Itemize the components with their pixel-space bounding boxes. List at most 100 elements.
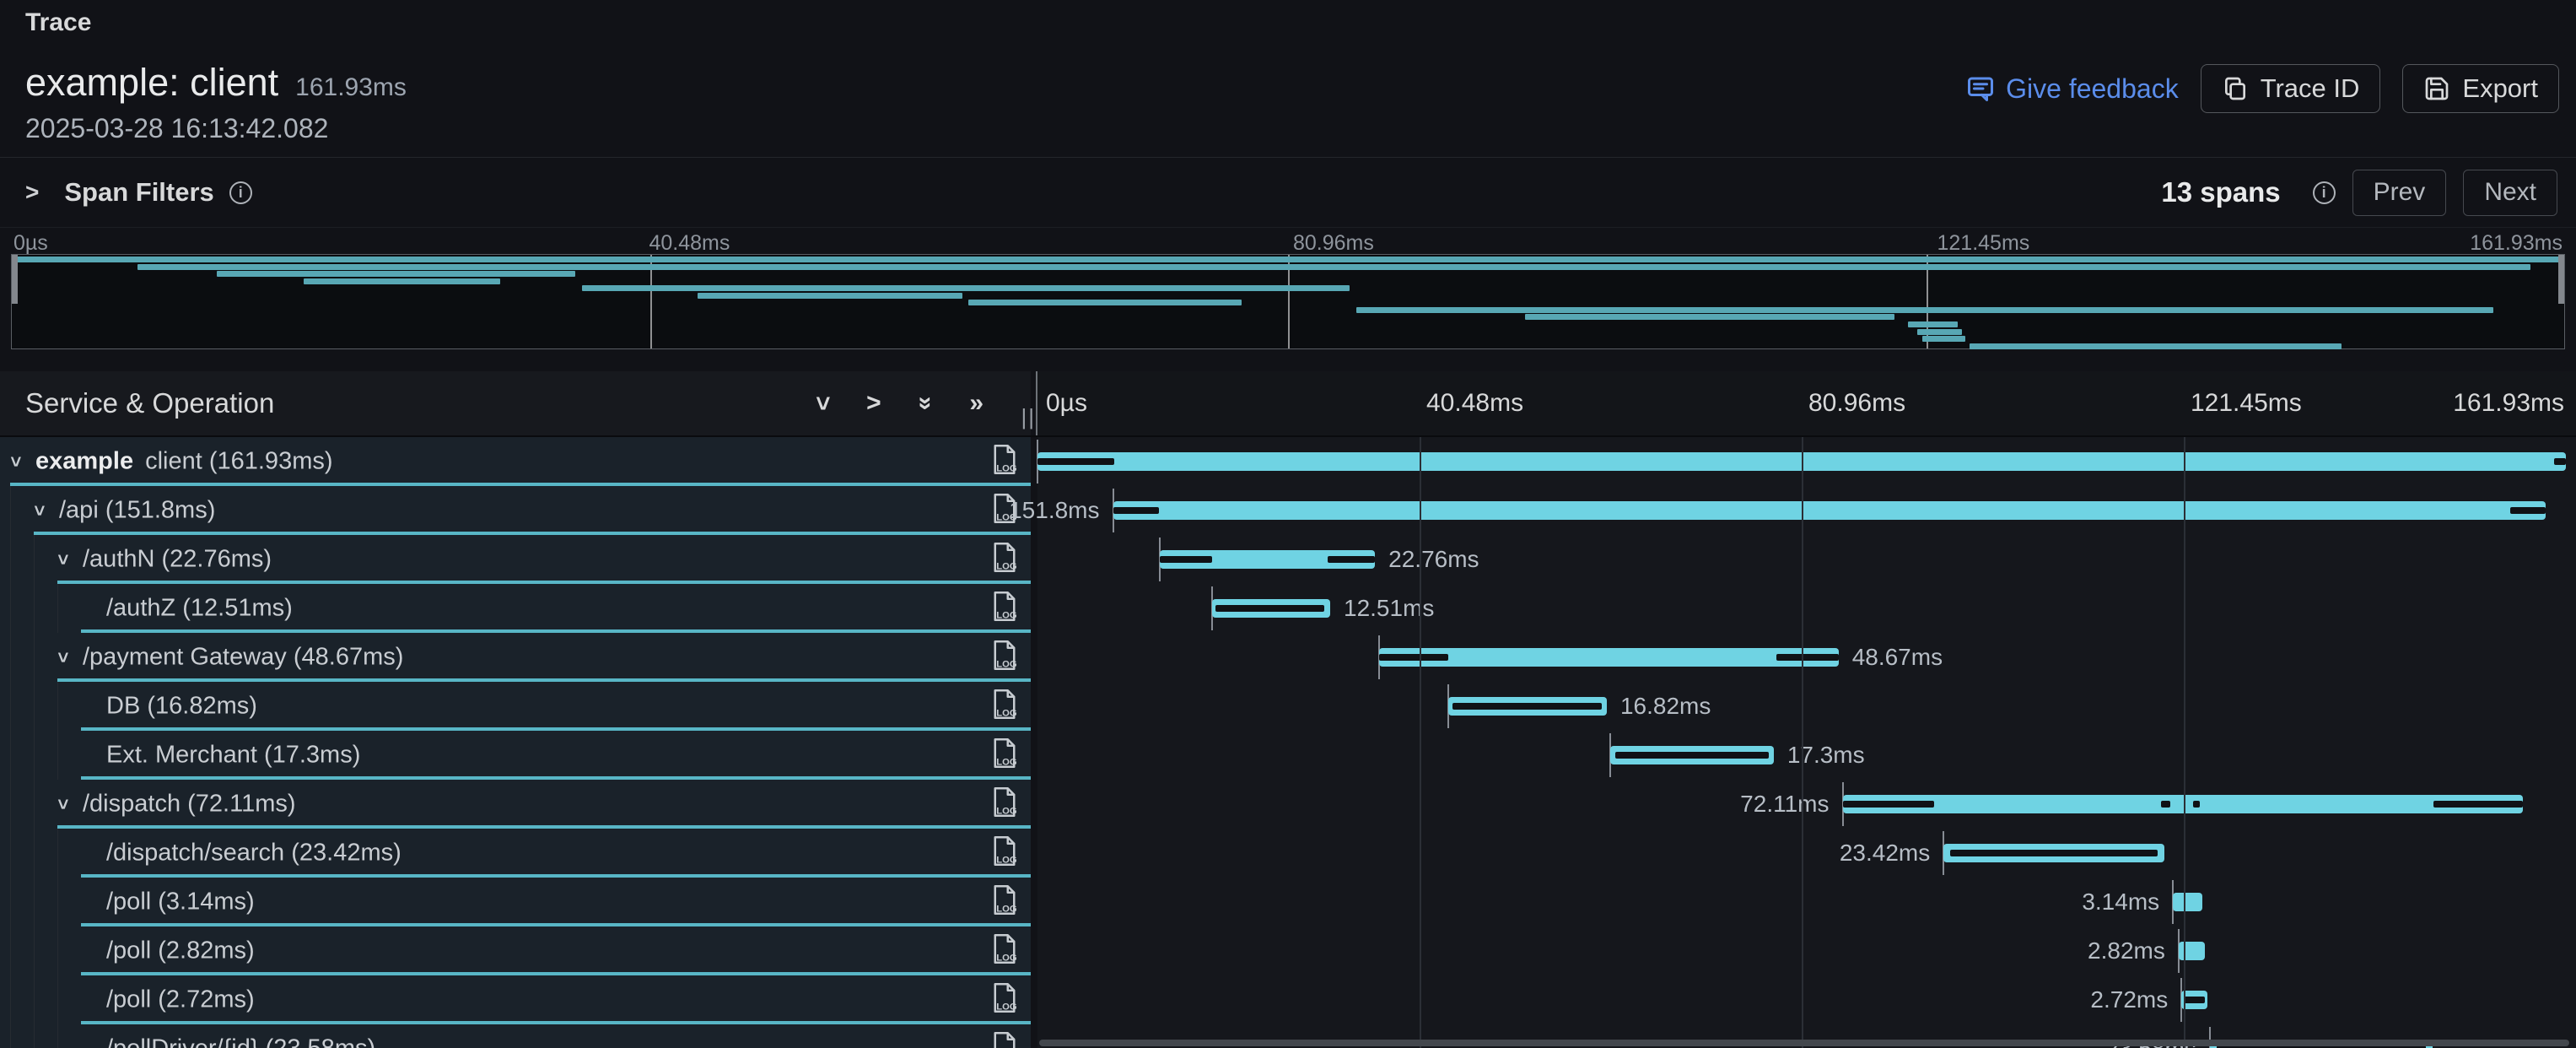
span-row-timeline-cell[interactable]: 151.8ms [1037, 486, 2576, 535]
span-row-timeline-cell[interactable]: 23.42ms [1037, 829, 2576, 878]
column-resizer[interactable]: || [1031, 371, 1037, 435]
span-row-timeline-cell[interactable]: 16.82ms [1037, 682, 2576, 731]
span-duration-label: 23.42ms [1840, 840, 1930, 867]
column-divider [1031, 633, 1037, 682]
svg-text:LOG: LOG [996, 463, 1017, 473]
minimap-span-bar [698, 293, 962, 299]
horizontal-scrollbar[interactable] [1039, 1040, 2569, 1046]
span-name: /pollDriver/{id} (23.58ms) [106, 1035, 375, 1048]
info-icon[interactable]: i [2313, 181, 2336, 204]
column-divider [1031, 731, 1037, 780]
svg-text:LOG: LOG [996, 953, 1017, 963]
span-row-timeline-cell[interactable]: 72.11ms [1037, 780, 2576, 829]
log-icon[interactable]: LOG [992, 786, 1017, 823]
span-row-name-cell[interactable]: /authZ (12.51ms) LOG [0, 584, 1031, 633]
column-divider [1031, 584, 1037, 633]
span-row-name-cell[interactable]: /poll (2.82ms) LOG [0, 926, 1031, 975]
span-row-name-cell[interactable]: /dispatch/search (23.42ms) LOG [0, 829, 1031, 878]
chevron-down-icon[interactable]: > [51, 554, 73, 565]
span-name: /dispatch/search (23.42ms) [106, 840, 401, 867]
collapse-one-icon[interactable]: > [815, 391, 830, 416]
timeline-axis: 0µs40.48ms80.96ms121.45ms161.93ms [1037, 371, 2576, 435]
log-icon[interactable]: LOG [992, 542, 1017, 578]
span-bar[interactable] [1943, 844, 2164, 862]
span-bar[interactable] [1037, 452, 2566, 471]
span-row-timeline-cell[interactable]: 48.67ms [1037, 633, 2576, 682]
span-row: Ext. Merchant (17.3ms)LOG17.3ms [0, 731, 2576, 780]
span-row-name-cell[interactable]: DB (16.82ms)LOG [0, 682, 1031, 731]
chevron-down-icon[interactable]: > [4, 456, 26, 467]
span-row-name-cell[interactable]: >exampleclient (161.93ms)LOG [0, 437, 1031, 486]
chevron-down-icon[interactable]: > [28, 505, 50, 516]
next-span-button[interactable]: Next [2463, 170, 2557, 216]
span-row-timeline-cell[interactable]: 12.51ms [1037, 584, 2576, 633]
trace-view-panel: Trace example: client 161.93ms 2025-03-2… [0, 0, 2576, 1048]
span-row-timeline-cell[interactable]: 3.14ms [1037, 878, 2576, 926]
span-bar[interactable] [2179, 942, 2206, 960]
span-bar[interactable] [1113, 501, 2546, 520]
give-feedback-link[interactable]: Give feedback [1965, 73, 2179, 105]
trace-id-label: Trace ID [2261, 73, 2360, 104]
expand-all-icon[interactable]: » [969, 391, 984, 416]
log-icon[interactable]: LOG [992, 884, 1017, 921]
indent-guide [57, 878, 58, 926]
span-bar[interactable] [1212, 599, 1330, 618]
span-bar[interactable] [1160, 550, 1375, 569]
span-row-name-cell[interactable]: /poll (2.72ms)LOG [0, 975, 1031, 1024]
column-divider [1031, 535, 1037, 584]
indent-guide [10, 1024, 11, 1048]
column-divider [1031, 1024, 1037, 1048]
span-bar[interactable] [1448, 697, 1607, 716]
span-row-name-cell[interactable]: Ext. Merchant (17.3ms)LOG [0, 731, 1031, 780]
minimap[interactable] [11, 254, 2565, 349]
span-bar[interactable] [2173, 893, 2202, 911]
minimap-handle-left[interactable] [12, 255, 18, 304]
log-icon[interactable]: LOG [992, 835, 1017, 872]
log-icon[interactable]: LOG [992, 982, 1017, 1018]
span-row-name-cell[interactable]: /poll (3.14ms)LOG [0, 878, 1031, 926]
log-icon[interactable]: LOG [992, 444, 1017, 480]
span-name: /authZ (12.51ms) [106, 595, 293, 623]
span-row-name-cell[interactable]: >/payment Gateway (48.67ms)LOG [0, 633, 1031, 682]
span-row-name-cell[interactable]: >/api (151.8ms)LOG [0, 486, 1031, 535]
span-bar[interactable] [1843, 795, 2524, 813]
log-icon[interactable]: LOG [992, 737, 1017, 774]
chevron-down-icon[interactable]: > [51, 652, 73, 663]
collapse-all-icon[interactable]: » [919, 391, 933, 416]
span-row-name-cell[interactable]: >/dispatch (72.11ms)LOG [0, 780, 1031, 829]
indent-guide [34, 682, 35, 731]
span-row-name-cell[interactable]: /pollDriver/{id} (23.58ms) LOG [0, 1024, 1031, 1048]
comment-icon [1965, 73, 1996, 104]
span-row-timeline-cell[interactable] [1037, 437, 2576, 486]
expand-one-icon[interactable]: > [866, 391, 881, 416]
indent-guide [10, 486, 11, 535]
span-filters-label[interactable]: Span Filters [64, 177, 213, 208]
log-icon[interactable]: LOG [992, 933, 1017, 970]
export-button[interactable]: Export [2402, 64, 2559, 113]
span-row-timeline-cell[interactable]: 2.72ms [1037, 975, 2576, 1024]
log-icon[interactable]: LOG [992, 640, 1017, 676]
span-duration-label: 48.67ms [1852, 644, 1943, 671]
span-row-name-cell[interactable]: >/authN (22.76ms)LOG [0, 535, 1031, 584]
log-icon[interactable]: LOG [992, 1031, 1017, 1048]
info-icon[interactable]: i [229, 181, 252, 204]
indent-guide [34, 829, 35, 878]
trace-id-button[interactable]: Trace ID [2201, 64, 2381, 113]
span-bar-dark-segment [1113, 507, 1159, 514]
span-row-timeline-cell[interactable]: 2.82ms [1037, 926, 2576, 975]
chevron-down-icon[interactable]: > [51, 799, 73, 810]
log-icon[interactable]: LOG [992, 591, 1017, 627]
column-divider [1031, 682, 1037, 731]
prev-span-button[interactable]: Prev [2352, 170, 2447, 216]
span-row-timeline-cell[interactable]: 22.76ms [1037, 535, 2576, 584]
chevron-right-icon[interactable]: > [25, 179, 39, 206]
span-row-timeline-cell[interactable]: 17.3ms [1037, 731, 2576, 780]
indent-guide [10, 633, 11, 682]
span-name: /poll (2.82ms) [106, 937, 255, 965]
span-bar[interactable] [1379, 648, 1839, 667]
span-bar[interactable] [2181, 991, 2207, 1009]
minimap-span-bar [1917, 329, 1962, 335]
span-bar[interactable] [1610, 746, 1774, 764]
log-icon[interactable]: LOG [992, 689, 1017, 725]
minimap-handle-right[interactable] [2558, 255, 2564, 304]
